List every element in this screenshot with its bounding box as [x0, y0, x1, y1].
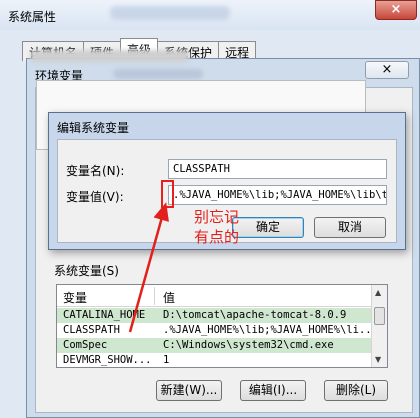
table-row[interactable]: DEVMGR_SHOW... 1 — [57, 353, 373, 367]
new-variable-button[interactable]: 新建(W)... — [156, 380, 222, 401]
variable-name-field[interactable]: CLASSPATH — [168, 159, 387, 179]
variable-value-label: 变量值(V): — [66, 190, 124, 204]
cancel-button[interactable]: 取消 — [314, 217, 386, 238]
table-row[interactable]: CLASSPATH .%JAVA_HOME%\lib;%JAVA_HOME%\l… — [57, 323, 373, 338]
scrollbar-thumb[interactable] — [374, 307, 385, 325]
row-variable-name: DEVMGR_SHOW... — [63, 354, 152, 366]
delete-variable-button[interactable]: 删除(L) — [324, 380, 388, 401]
list-header: 变量 值 — [57, 285, 373, 307]
table-row[interactable]: CATALINA_HOME D:\tomcat\apache-tomcat-8.… — [57, 308, 373, 323]
annotation-text-line1: 别忘记 — [194, 208, 240, 226]
column-header-variable[interactable]: 变量 — [63, 289, 87, 306]
system-variables-list[interactable]: 变量 值 CATALINA_HOME D:\tomcat\apache-tomc… — [56, 284, 388, 368]
row-variable-name: CLASSPATH — [63, 324, 120, 336]
edit-dialog-title: 编辑系统变量 — [57, 121, 130, 135]
annotation-arrow-icon — [128, 202, 169, 333]
ok-button[interactable]: 确定 — [232, 217, 304, 238]
row-variable-value: .%JAVA_HOME%\lib;%JAVA_HOME%\li... — [163, 324, 373, 336]
blurred-user-variables-label — [30, 50, 190, 62]
edit-variable-button[interactable]: 编辑(I)... — [240, 380, 306, 401]
window-title-bar: 系统属性 — [0, 0, 420, 30]
window-close-button[interactable]: × — [375, 0, 417, 20]
row-variable-value: C:\Windows\system32\cmd.exe — [163, 339, 334, 351]
scroll-down-icon[interactable]: ▼ — [375, 355, 381, 364]
system-variables-label: 系统变量(S) — [54, 264, 119, 278]
row-variable-value: D:\tomcat\apache-tomcat-8.0.9 — [163, 309, 347, 321]
annotation-text-line2: 有点的 — [194, 228, 240, 246]
scroll-up-icon[interactable]: ▲ — [375, 288, 381, 297]
window-title: 系统属性 — [8, 10, 57, 24]
row-variable-name: ComSpec — [63, 339, 108, 351]
blurred-title-text — [110, 6, 230, 20]
blurred-env-title-text — [113, 69, 203, 79]
env-dialog-close-button[interactable]: × — [365, 61, 409, 79]
variable-value-field[interactable]: .%JAVA_HOME%\lib;%JAVA_HOME%\lib\to — [168, 185, 387, 205]
table-row[interactable]: ComSpec C:\Windows\system32\cmd.exe — [57, 338, 373, 353]
list-scrollbar[interactable]: ▲ ▼ — [371, 285, 387, 367]
row-variable-value: 1 — [163, 354, 170, 366]
variable-name-label: 变量名(N): — [66, 164, 125, 178]
